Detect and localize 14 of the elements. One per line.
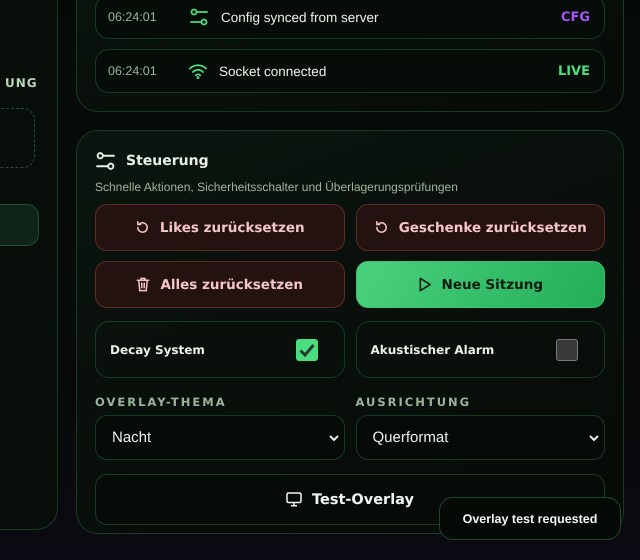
event-tag: LIVE: [558, 64, 590, 78]
field-label: OVERLAY-THEMA: [95, 395, 228, 409]
toggle-label: Akustischer Alarm: [370, 342, 494, 356]
panel-subtitle: Schnelle Aktionen, Sicherheitsschalter und Überlagerungsprüfungen: [95, 180, 459, 194]
toggle-label: Decay System: [110, 342, 205, 356]
log-message: Socket connected: [219, 64, 328, 78]
panel-title: Steuerung: [126, 153, 209, 169]
timestamp: 06:24:01: [108, 64, 158, 78]
section-heading: UNG: [5, 76, 35, 90]
log-message: Config synced from server: [221, 10, 380, 24]
event-tag: CFG: [560, 10, 590, 24]
timestamp: 06:24:01: [108, 10, 158, 24]
field-label: AUSRICHTUNG: [356, 395, 472, 409]
status-toast: Overlay test requested: [439, 497, 621, 540]
